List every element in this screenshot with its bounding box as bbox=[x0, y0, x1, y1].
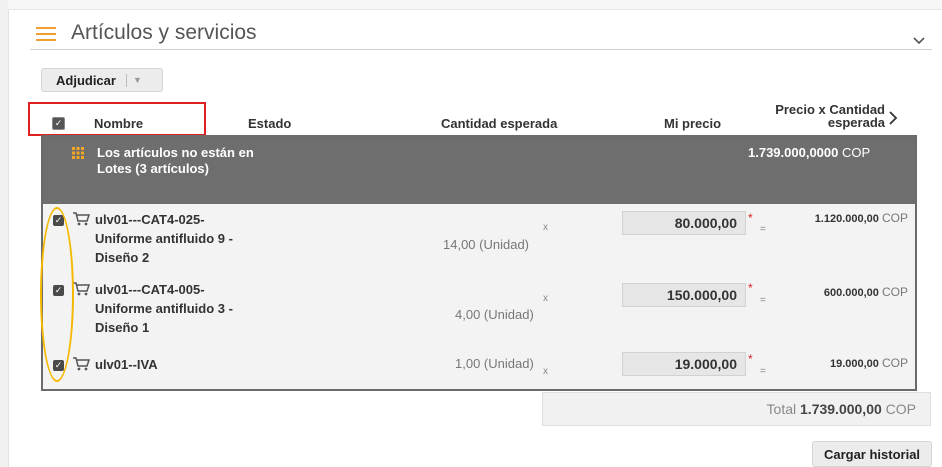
highlight-ellipse-yellow bbox=[40, 207, 74, 382]
section-divider bbox=[30, 49, 932, 50]
highlight-box-red bbox=[28, 102, 206, 136]
cart-icon bbox=[73, 212, 91, 226]
times-sign: x bbox=[543, 293, 548, 304]
item-quantity: 1,00 (Unidad) bbox=[455, 356, 534, 371]
times-sign: x bbox=[543, 222, 548, 233]
caret-down-icon[interactable]: ▼ bbox=[133, 75, 142, 85]
grid-icon bbox=[72, 146, 84, 159]
group-total: 1.739.000,0000 COP bbox=[748, 145, 871, 160]
adjudicar-label: Adjudicar bbox=[56, 72, 116, 88]
cart-icon bbox=[73, 282, 91, 296]
item-name[interactable]: ulv01---CAT4-005- Uniforme antifluido 3 -… bbox=[95, 280, 275, 337]
price-input[interactable]: 80.000,00 bbox=[622, 211, 746, 235]
equals-sign: = bbox=[760, 224, 766, 235]
cart-icon bbox=[73, 357, 91, 371]
adjudicar-button[interactable]: Adjudicar ▼ bbox=[41, 68, 163, 92]
item-name[interactable]: ulv01--IVA bbox=[95, 355, 275, 374]
cargar-historial-button[interactable]: Cargar historial bbox=[812, 441, 932, 467]
item-name[interactable]: ulv01---CAT4-025- Uniforme antifluido 9 -… bbox=[95, 210, 275, 267]
column-header-mi-precio[interactable]: Mi precio bbox=[664, 116, 721, 131]
price-input[interactable]: 19.000,00 bbox=[622, 352, 746, 376]
section-title: Artículos y servicios bbox=[71, 21, 257, 44]
grand-total: Total 1.739.000,00 COP bbox=[542, 392, 931, 426]
item-total: 600.000,00 COP bbox=[823, 285, 908, 299]
column-header-estado[interactable]: Estado bbox=[248, 116, 291, 131]
top-border bbox=[8, 0, 942, 10]
list-icon bbox=[36, 27, 56, 41]
item-quantity: 14,00 (Unidad) bbox=[443, 237, 529, 252]
button-separator bbox=[125, 73, 127, 87]
item-quantity: 4,00 (Unidad) bbox=[455, 307, 534, 322]
group-label: Los artículos no están en Lotes (3 artíc… bbox=[97, 145, 254, 176]
left-panel-edge bbox=[0, 0, 9, 467]
chevron-down-icon[interactable] bbox=[913, 33, 925, 45]
times-sign: x bbox=[543, 366, 548, 377]
item-total: 1.120.000,00 COP bbox=[814, 211, 908, 225]
column-header-cantidad[interactable]: Cantidad esperada bbox=[441, 116, 557, 131]
price-input[interactable]: 150.000,00 bbox=[622, 283, 746, 307]
item-total: 19.000,00 COP bbox=[829, 356, 908, 370]
chevron-right-icon[interactable] bbox=[888, 111, 898, 130]
column-header-precio-x-cantidad[interactable]: Precio x Cantidad esperada bbox=[755, 103, 885, 129]
